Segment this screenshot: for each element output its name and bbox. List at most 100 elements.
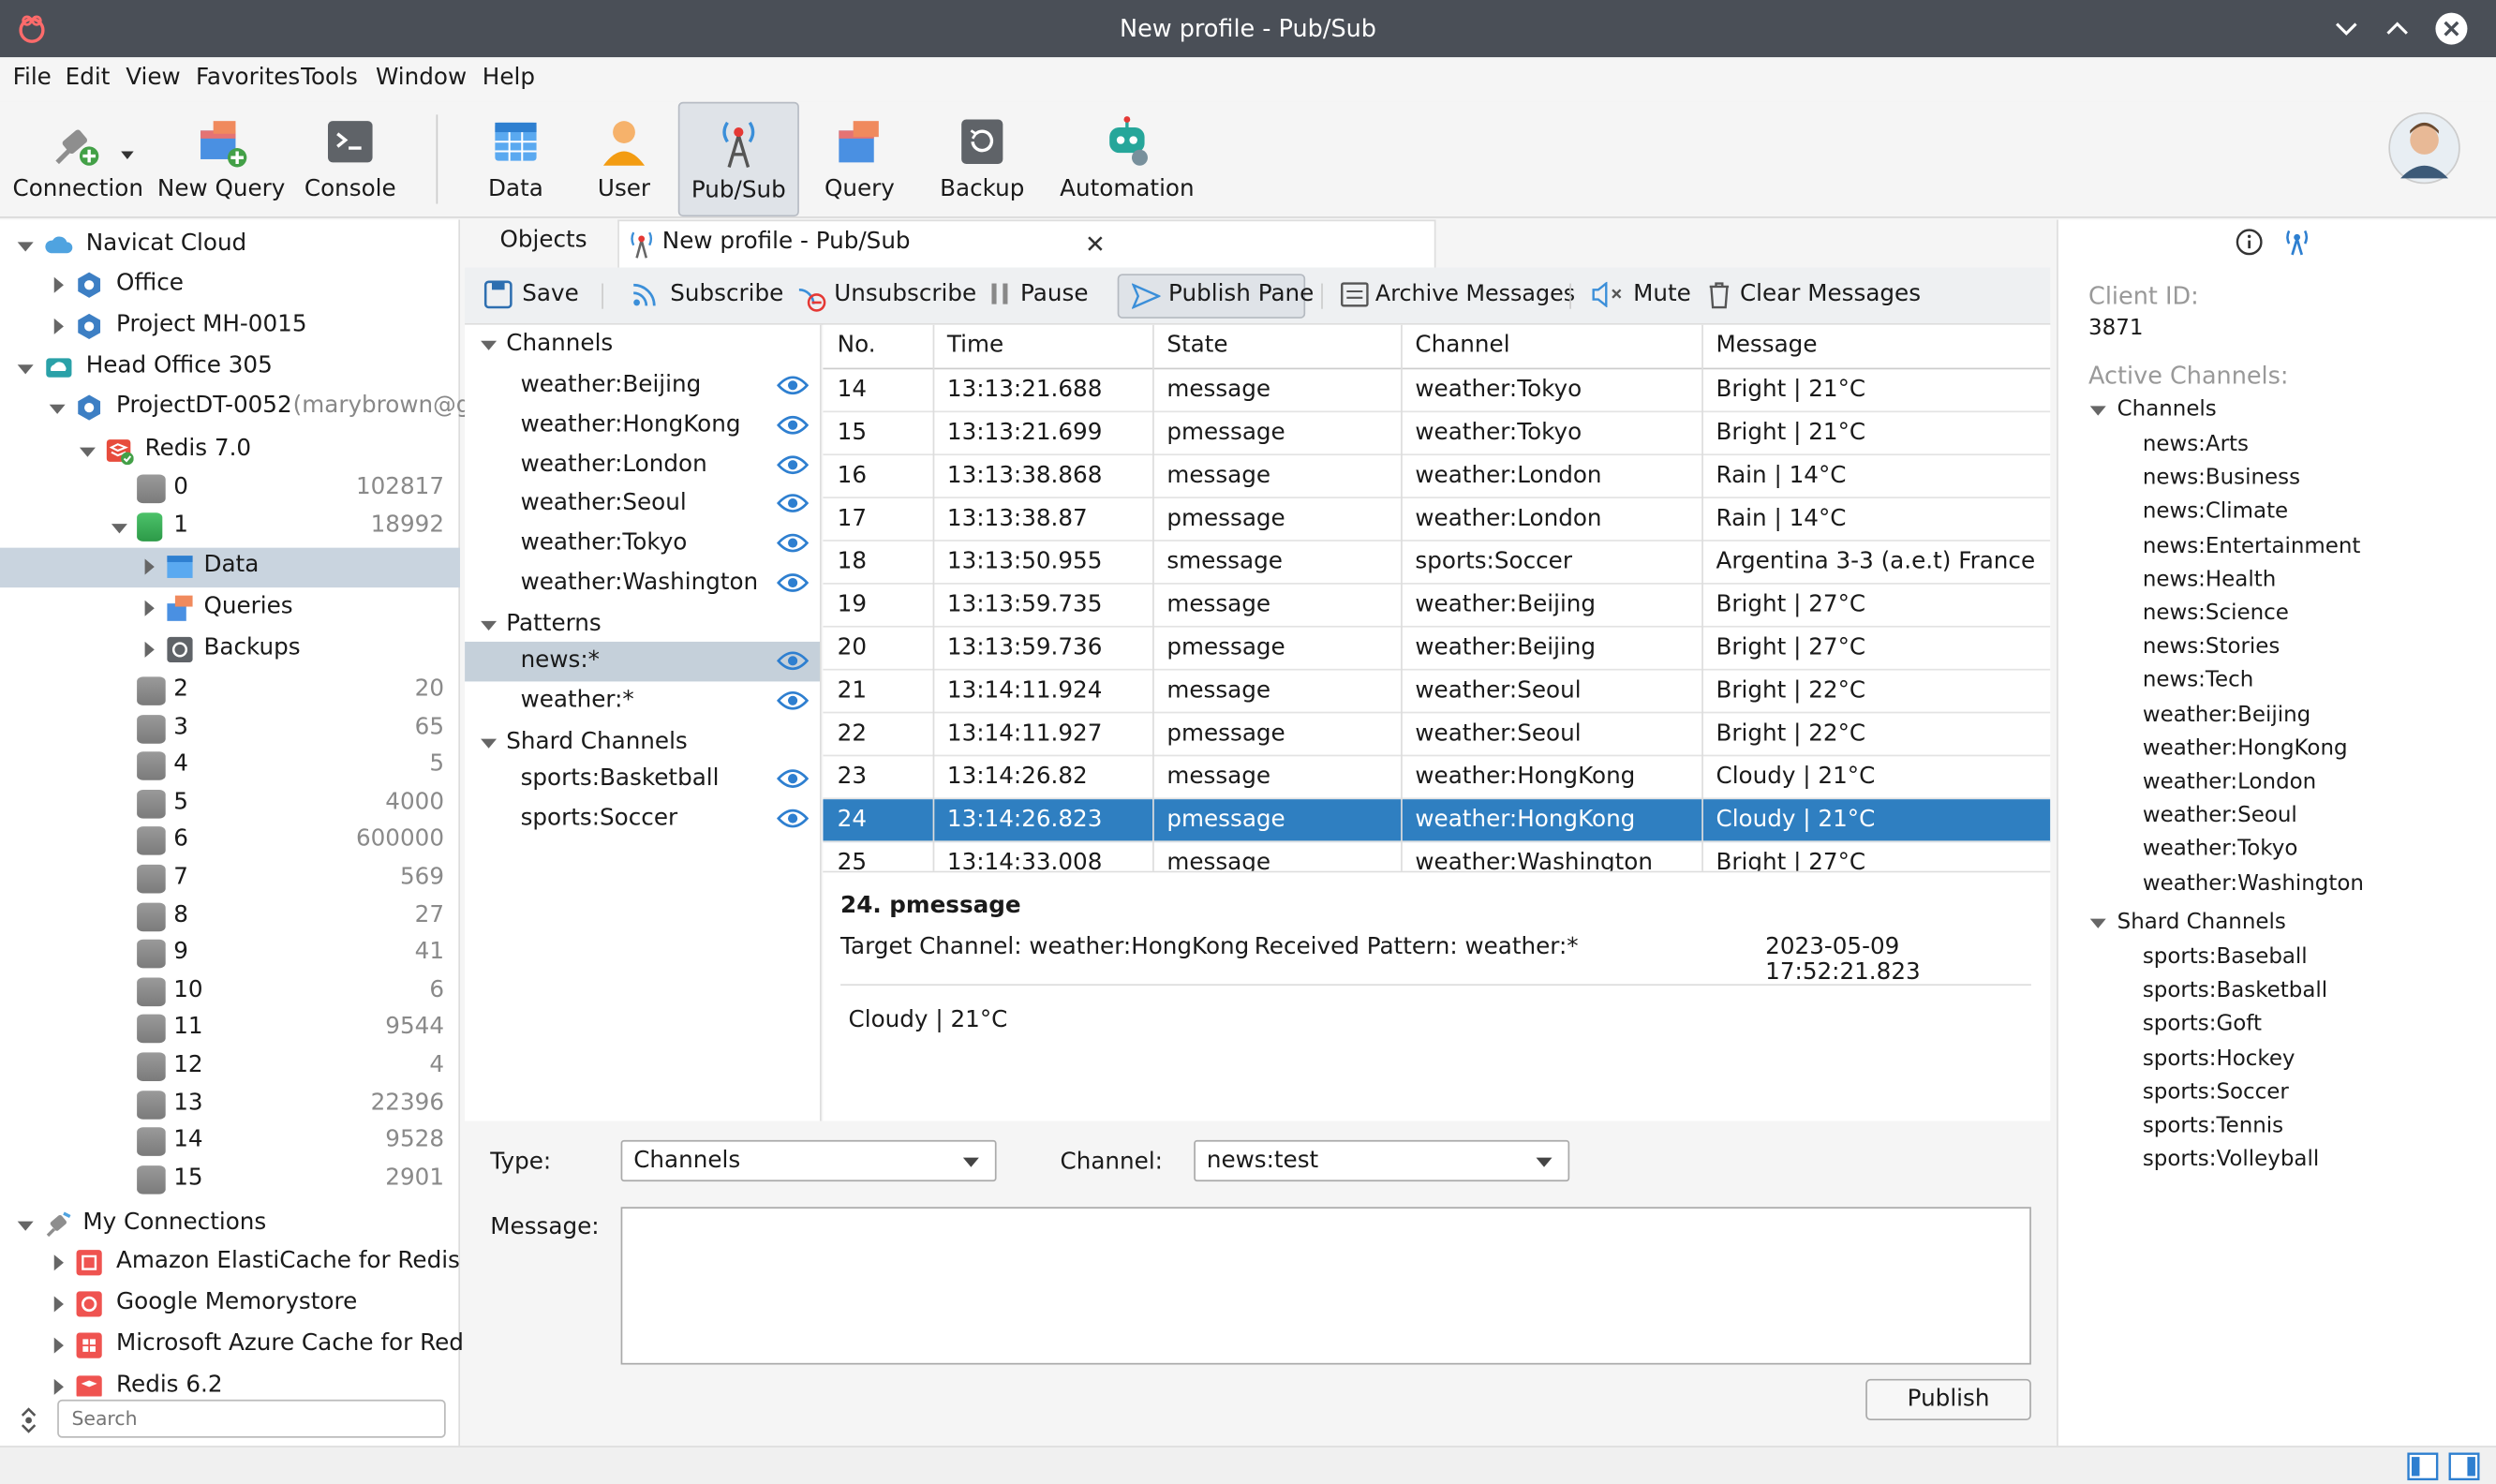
close-tab-icon[interactable] xyxy=(1087,236,1103,252)
expand-arrow-icon[interactable] xyxy=(53,318,64,334)
tree-queries[interactable]: Queries xyxy=(0,589,460,628)
avatar[interactable] xyxy=(2387,111,2460,185)
publish-pane-button[interactable]: Publish Pane xyxy=(1117,274,1314,319)
eye-icon[interactable] xyxy=(776,493,810,515)
backup-button[interactable]: Backup xyxy=(933,102,1032,216)
tree-azure[interactable]: Microsoft Azure Cache for Redis xyxy=(0,1327,483,1365)
tree-data[interactable]: Data xyxy=(0,547,461,588)
user-button[interactable]: User xyxy=(576,102,672,216)
filter-sort-icon[interactable] xyxy=(16,1404,41,1436)
query-button[interactable]: Query xyxy=(809,102,911,216)
tree-db[interactable]: 14 9528 xyxy=(0,1123,460,1162)
data-button[interactable]: Data xyxy=(462,102,571,216)
table-row[interactable]: 23 13:14:26.82 message weather:HongKong Clou… xyxy=(823,756,2051,800)
table-row[interactable]: 25 13:14:33.008 message weather:Washington B… xyxy=(823,842,2050,871)
collapse-arrow-icon[interactable] xyxy=(17,242,34,252)
menu-file[interactable]: File xyxy=(13,66,52,91)
tree-backups[interactable]: Backups xyxy=(0,631,460,669)
subscription-item[interactable]: weather:Beijing xyxy=(465,366,820,406)
patterns-section[interactable]: Patterns xyxy=(465,607,820,646)
menu-window[interactable]: Window xyxy=(376,66,467,91)
collapse-arrow-icon[interactable] xyxy=(2089,918,2106,928)
publish-button[interactable]: Publish xyxy=(1865,1378,2031,1421)
subscription-item[interactable]: sports:Basketball xyxy=(465,760,820,799)
expand-arrow-icon[interactable] xyxy=(144,600,155,616)
table-row[interactable]: 18 13:13:50.955 smessage sports:Soccer Argen… xyxy=(823,542,2051,585)
tree-redis7[interactable]: Redis 7.0 xyxy=(0,432,460,470)
channels-section[interactable]: Channels xyxy=(465,326,820,365)
menu-help[interactable]: Help xyxy=(483,66,535,91)
console-button[interactable]: Console xyxy=(293,102,408,216)
collapse-arrow-icon[interactable] xyxy=(481,738,498,749)
tree-db[interactable]: 5 4000 xyxy=(0,785,460,824)
tree-db[interactable]: 8 27 xyxy=(0,898,460,936)
column-header[interactable]: No. xyxy=(838,333,876,358)
eye-icon[interactable] xyxy=(776,374,810,396)
tab-objects[interactable]: Objects xyxy=(474,220,615,268)
collapse-arrow-icon[interactable] xyxy=(111,524,127,534)
table-row[interactable]: 19 13:13:59.735 message weather:Beijing Brig… xyxy=(823,585,2051,628)
eye-icon[interactable] xyxy=(776,807,810,829)
tree-db[interactable]: 11 9544 xyxy=(0,1010,460,1048)
right-panel-toggle-icon[interactable] xyxy=(2448,1452,2480,1481)
tab-pubsub[interactable]: New profile - Pub/Sub xyxy=(617,219,1436,268)
info-icon[interactable] xyxy=(2235,228,2264,257)
chevron-down-icon[interactable] xyxy=(2334,16,2359,41)
chevron-up-icon[interactable] xyxy=(2385,16,2410,41)
menu-view[interactable]: View xyxy=(126,66,180,91)
expand-arrow-icon[interactable] xyxy=(53,1378,64,1395)
tree-project-mh[interactable]: Project MH-0015 xyxy=(0,307,460,346)
tree-google[interactable]: Google Memorystore xyxy=(0,1285,460,1324)
eye-icon[interactable] xyxy=(776,453,810,476)
tree-db[interactable]: 12 4 xyxy=(0,1047,460,1086)
pubsub-button[interactable]: Pub/Sub xyxy=(677,101,799,217)
channel-select[interactable]: news:test xyxy=(1194,1139,1570,1182)
subscription-item[interactable]: weather:* xyxy=(465,681,820,720)
tree-amazon[interactable]: Amazon ElastiCache for Redis xyxy=(0,1243,460,1282)
table-row[interactable]: 17 13:13:38.87 pmessage weather:London Rain … xyxy=(823,498,2051,542)
expand-arrow-icon[interactable] xyxy=(53,1254,64,1271)
collapse-arrow-icon[interactable] xyxy=(481,620,498,631)
tree-navicat-cloud[interactable]: Navicat Cloud xyxy=(0,226,460,264)
expand-arrow-icon[interactable] xyxy=(144,641,155,658)
column-header[interactable]: Message xyxy=(1716,333,1818,358)
subscription-item[interactable]: news:* xyxy=(465,641,820,682)
eye-icon[interactable] xyxy=(776,767,810,790)
table-row[interactable]: 15 13:13:21.699 pmessage weather:Tokyo Brigh… xyxy=(823,412,2051,456)
collapse-arrow-icon[interactable] xyxy=(79,447,96,457)
eye-icon[interactable] xyxy=(776,690,810,712)
search-input[interactable] xyxy=(57,1399,446,1438)
automation-button[interactable]: Automation xyxy=(1054,102,1200,216)
subscription-item[interactable]: weather:Seoul xyxy=(465,484,820,524)
expand-arrow-icon[interactable] xyxy=(53,1296,64,1313)
column-header[interactable]: State xyxy=(1166,333,1227,358)
tree-my-connections[interactable]: My Connections xyxy=(0,1206,460,1244)
tree-db[interactable]: 2 20 xyxy=(0,672,460,710)
left-panel-toggle-icon[interactable] xyxy=(2407,1452,2439,1481)
tree-db[interactable]: 15 2901 xyxy=(0,1161,460,1199)
message-textarea[interactable] xyxy=(620,1207,2031,1365)
tree-db-1[interactable]: 1 18992 xyxy=(0,508,460,546)
tree-project-dt[interactable]: ProjectDT-0052 (marybrown@g xyxy=(0,389,470,427)
type-select[interactable]: Channels xyxy=(620,1139,997,1182)
table-row[interactable]: 21 13:14:11.924 message weather:Seoul Bright… xyxy=(823,671,2051,714)
tree-office[interactable]: Office xyxy=(0,266,460,304)
collapse-arrow-icon[interactable] xyxy=(481,340,498,350)
subscription-item[interactable]: weather:HongKong xyxy=(465,406,820,445)
table-row[interactable]: 22 13:14:11.927 pmessage weather:Seoul Brigh… xyxy=(823,713,2051,757)
menu-edit[interactable]: Edit xyxy=(66,66,111,91)
new-query-button[interactable]: New Query xyxy=(156,102,287,216)
tree-db[interactable]: 9 41 xyxy=(0,935,460,973)
collapse-arrow-icon[interactable] xyxy=(17,1221,34,1231)
eye-icon[interactable] xyxy=(776,414,810,437)
shard-channels-section[interactable]: Shard Channels xyxy=(465,724,820,764)
tree-redis62[interactable]: Redis 6.2 xyxy=(0,1368,460,1397)
subscription-item[interactable]: weather:Tokyo xyxy=(465,524,820,563)
tree-db[interactable]: 3 65 xyxy=(0,709,460,748)
expand-arrow-icon[interactable] xyxy=(144,558,155,575)
tree-db[interactable]: 45 xyxy=(0,747,460,785)
eye-icon[interactable] xyxy=(776,532,810,555)
broadcast-icon[interactable] xyxy=(2282,228,2311,257)
dropdown-arrow-icon[interactable] xyxy=(121,151,134,160)
tree-db[interactable]: 6 600000 xyxy=(0,823,460,861)
